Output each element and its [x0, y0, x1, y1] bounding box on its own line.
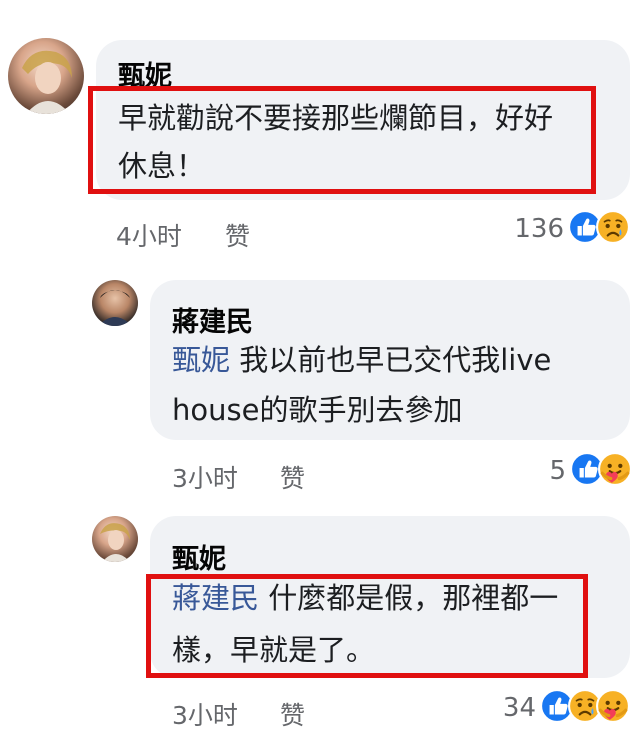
comment-author[interactable]: 甄妮 — [172, 537, 226, 576]
comment-author[interactable]: 甄妮 — [118, 54, 172, 93]
avatar-portrait-icon — [22, 50, 72, 114]
comment-author[interactable]: 蔣建民 — [172, 300, 253, 339]
comment-text-line-2: house的歌手別去參加 — [172, 393, 463, 427]
like-button[interactable]: 赞 — [280, 696, 305, 732]
reaction-icons[interactable] — [540, 689, 630, 723]
comment-text: 什麼都是假，那裡都一 — [259, 581, 559, 615]
comment-text-line-1: 早就勸說不要接那些爛節目，好好 — [118, 101, 554, 135]
like-button[interactable]: 赞 — [280, 459, 305, 495]
reaction-count[interactable]: 5 — [500, 456, 566, 486]
avatar-portrait-icon — [100, 523, 130, 562]
comment-text-line-2: 休息！ — [118, 149, 206, 183]
avatar[interactable] — [92, 516, 138, 562]
mention-link[interactable]: 蔣建民 — [172, 581, 259, 615]
mention-link[interactable]: 甄妮 — [172, 343, 230, 377]
comment-timestamp[interactable]: 3小时 — [172, 459, 238, 495]
reaction-count[interactable]: 136 — [500, 214, 564, 244]
avatar[interactable] — [8, 38, 84, 114]
like-button[interactable]: 赞 — [225, 217, 250, 253]
comment-text: 我以前也早已交代我live — [230, 343, 552, 377]
comment-timestamp[interactable]: 3小时 — [172, 696, 238, 732]
avatar[interactable] — [92, 280, 138, 326]
avatar-portrait-icon — [98, 290, 132, 326]
comment-text-line-1: 蔣建民 什麼都是假，那裡都一 — [172, 584, 558, 613]
comment-timestamp[interactable]: 4小时 — [116, 217, 182, 253]
care-icon — [598, 452, 632, 486]
sad-icon — [596, 210, 630, 244]
reaction-icons[interactable] — [570, 452, 632, 486]
reaction-count[interactable]: 34 — [470, 693, 536, 723]
reaction-icons[interactable] — [568, 210, 630, 244]
comment-text-line-2: 樣，早就是了。 — [172, 633, 376, 667]
care-icon — [596, 689, 630, 723]
comment-text-line-1: 甄妮 我以前也早已交代我live — [172, 346, 551, 375]
